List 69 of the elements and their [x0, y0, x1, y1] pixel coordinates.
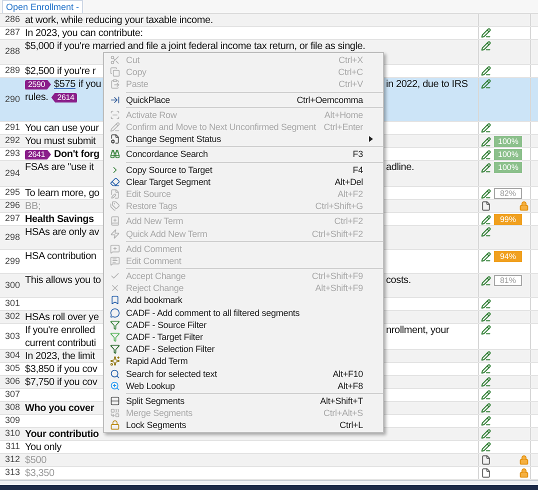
row-number: 296 [4, 199, 20, 212]
match-percentage: 81% [494, 275, 522, 286]
closing-tag: 2614 [51, 92, 78, 102]
row-number: 299 [4, 254, 20, 268]
opening-tag: 2641 [25, 150, 51, 160]
row-number: 307 [4, 388, 20, 402]
row-number: 304 [4, 349, 20, 362]
segment-text: $5,000 if you're married and file a joint federal income tax return, or file as single. [25, 40, 366, 53]
row-number: 310 [4, 427, 20, 440]
segment-text: You must submit [25, 135, 96, 148]
row-number: 293 [4, 147, 20, 160]
segment-text: $2,500 if you're r [25, 65, 96, 78]
segment-text: $500 [25, 454, 46, 467]
segment-text: rules. [25, 91, 48, 104]
row-number: 301 [4, 297, 20, 310]
row-number: 298 [4, 230, 20, 244]
segment-text: Don't forg [54, 148, 100, 161]
segment-text: $3,850 if you cov [25, 363, 98, 376]
row-number: 287 [4, 26, 20, 40]
opening-tag: 2590 [25, 80, 51, 90]
row-number: 313 [4, 466, 20, 480]
segment-text: costs. [386, 274, 411, 287]
segment-text: You can use your [25, 122, 99, 135]
match-percentage: 82% [494, 188, 522, 199]
segment-text: Your contributio [25, 428, 99, 441]
row-number: 308 [4, 401, 20, 414]
segment-text: In 2023, you can contribute: [25, 27, 143, 40]
row-number: 291 [4, 121, 20, 134]
segment-text: at work, while reducing your taxable income. [25, 14, 213, 27]
row-number: 305 [4, 362, 20, 376]
segment-text: To learn more, go [25, 187, 100, 200]
segment-text: HSA contribution [25, 250, 96, 263]
row-number: 297 [4, 212, 20, 226]
segment-text: If you're enrolled [25, 324, 96, 337]
segment-text: current contributi [25, 337, 96, 350]
segment-text: adline. [386, 161, 414, 174]
row-number: 286 [4, 14, 20, 26]
segment-text: FSAs are "use it [25, 161, 94, 174]
match-percentage: 100% [494, 162, 522, 173]
row-number: 294 [4, 166, 20, 180]
match-percentage: 100% [494, 149, 522, 160]
segment-text: You only [25, 441, 62, 454]
segment-text: in 2022, due to IRS [386, 78, 468, 91]
segment-text: nrollment, your [386, 324, 450, 337]
segment-text: HSAs roll over ye [25, 311, 99, 324]
segment-text: BB; [25, 200, 41, 213]
row-number: 295 [4, 186, 20, 200]
row-number: 306 [4, 375, 20, 388]
segment-text: HSAs are only av [25, 226, 100, 239]
row-number: 312 [4, 453, 20, 466]
row-number: 311 [6, 440, 20, 454]
match-percentage: 99% [494, 214, 522, 225]
row-number: 302 [4, 310, 20, 324]
segment-text: This allows you to [25, 274, 101, 287]
row-number: 303 [4, 330, 20, 343]
segment-text: $7,750 if you cov [25, 376, 98, 389]
row-number: 300 [4, 278, 20, 292]
row-number: 289 [4, 64, 20, 78]
segment-text: Who you cover [25, 402, 94, 415]
row-number: 309 [4, 414, 20, 428]
row-number: 288 [4, 45, 20, 58]
row-number: 290 [4, 92, 20, 106]
match-percentage: 100% [494, 136, 522, 147]
segment-text: Health Savings [25, 213, 94, 226]
segment-text: $3,350 [25, 467, 54, 480]
match-percentage: 94% [494, 251, 522, 262]
segment-text: if you [78, 78, 102, 91]
segment-text: In 2023, the limit [25, 350, 95, 363]
row-number: 292 [4, 134, 20, 148]
